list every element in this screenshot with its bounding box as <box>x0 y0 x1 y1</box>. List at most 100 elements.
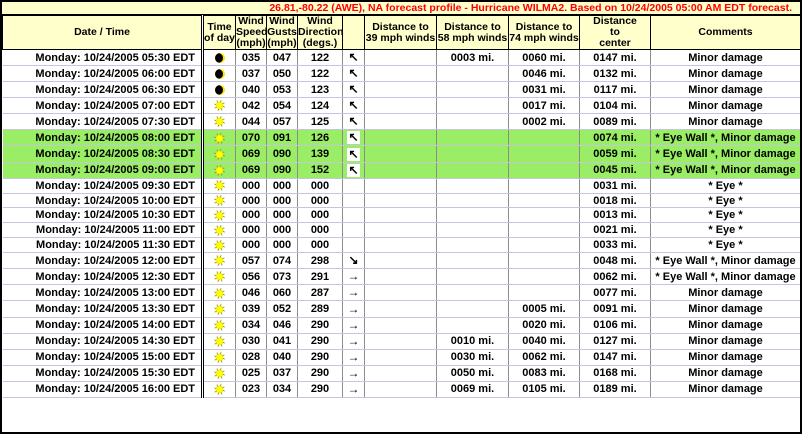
time-of-day-cell <box>203 114 236 130</box>
distance-58-cell <box>437 193 509 208</box>
nw-arrow-icon: ↖ <box>347 115 360 128</box>
wind-gusts-cell: 046 <box>267 317 298 333</box>
distance-58-cell <box>437 130 509 146</box>
wind-speed-cell: 000 <box>236 178 267 193</box>
comments-cell: * Eye Wall *, Minor damage <box>651 146 801 162</box>
wind-speed-cell: 034 <box>236 317 267 333</box>
comments-cell: Minor damage <box>651 66 801 82</box>
datetime-cell: Monday: 10/24/2005 06:00 EDT <box>3 66 203 82</box>
wind-gusts-cell: 000 <box>267 208 298 223</box>
datetime-cell: Monday: 10/24/2005 14:00 EDT <box>3 317 203 333</box>
distance-39-cell <box>365 50 437 66</box>
datetime-cell: Monday: 10/24/2005 09:00 EDT <box>3 162 203 178</box>
comments-cell: * Eye * <box>651 223 801 238</box>
distance-center-cell: 0077 mi. <box>580 285 651 301</box>
distance-74-cell <box>509 223 580 238</box>
distance-74-cell <box>509 193 580 208</box>
wind-direction-cell: 000 <box>298 223 343 238</box>
distance-39-cell <box>365 66 437 82</box>
col-header-distance-39: Distance to 39 mph winds <box>365 16 437 50</box>
forecast-title: 26.81,-80.22 (AWE), NA forecast profile … <box>2 2 800 15</box>
distance-58-cell <box>437 208 509 223</box>
distance-39-cell <box>365 146 437 162</box>
distance-39-cell <box>365 269 437 285</box>
distance-center-cell: 0059 mi. <box>580 146 651 162</box>
wind-gusts-cell: 050 <box>267 66 298 82</box>
comments-cell: * Eye Wall *, Minor damage <box>651 130 801 146</box>
time-of-day-cell <box>203 301 236 317</box>
distance-74-cell: 0046 mi. <box>509 66 580 82</box>
distance-58-cell: 0069 mi. <box>437 381 509 397</box>
wind-direction-cell: 290 <box>298 365 343 381</box>
wind-speed-cell: 028 <box>236 349 267 365</box>
wind-arrow-cell: ↖ <box>343 66 365 82</box>
comments-cell: * Eye * <box>651 208 801 223</box>
forecast-table-body: Monday: 10/24/2005 05:30 EDT035047122↖00… <box>3 50 801 398</box>
comments-cell: Minor damage <box>651 82 801 98</box>
distance-58-cell <box>437 114 509 130</box>
distance-58-cell <box>437 162 509 178</box>
sun-icon <box>214 368 225 379</box>
sun-icon <box>214 240 225 251</box>
table-row: Monday: 10/24/2005 09:00 EDT069090152↖00… <box>3 162 801 178</box>
distance-74-cell <box>509 253 580 269</box>
distance-74-cell <box>509 130 580 146</box>
distance-58-cell <box>437 82 509 98</box>
wind-direction-cell: 289 <box>298 301 343 317</box>
distance-39-cell <box>365 82 437 98</box>
distance-39-cell <box>365 162 437 178</box>
distance-58-cell <box>437 285 509 301</box>
wind-arrow-cell: → <box>343 349 365 365</box>
sun-icon <box>214 165 225 176</box>
wind-speed-cell: 000 <box>236 208 267 223</box>
distance-74-cell <box>509 178 580 193</box>
datetime-cell: Monday: 10/24/2005 12:30 EDT <box>3 269 203 285</box>
wind-speed-cell: 037 <box>236 66 267 82</box>
datetime-cell: Monday: 10/24/2005 15:00 EDT <box>3 349 203 365</box>
wind-direction-cell: 126 <box>298 130 343 146</box>
wind-gusts-cell: 054 <box>267 98 298 114</box>
distance-58-cell <box>437 301 509 317</box>
table-row: Monday: 10/24/2005 16:00 EDT023034290→00… <box>3 381 801 397</box>
datetime-cell: Monday: 10/24/2005 06:30 EDT <box>3 82 203 98</box>
datetime-cell: Monday: 10/24/2005 15:30 EDT <box>3 365 203 381</box>
moon-icon <box>215 53 225 63</box>
wind-direction-cell: 124 <box>298 98 343 114</box>
wind-gusts-cell: 060 <box>267 285 298 301</box>
distance-39-cell <box>365 114 437 130</box>
comments-cell: Minor damage <box>651 349 801 365</box>
distance-center-cell: 0147 mi. <box>580 349 651 365</box>
wind-gusts-cell: 000 <box>267 178 298 193</box>
sun-icon <box>214 288 225 299</box>
table-row: Monday: 10/24/2005 07:00 EDT042054124↖00… <box>3 98 801 114</box>
table-row: Monday: 10/24/2005 14:30 EDT030041290→00… <box>3 333 801 349</box>
wind-direction-cell: 000 <box>298 208 343 223</box>
col-header-distance-58: Distance to 58 mph winds <box>437 16 509 50</box>
distance-center-cell: 0132 mi. <box>580 66 651 82</box>
time-of-day-cell <box>203 178 236 193</box>
datetime-cell: Monday: 10/24/2005 13:00 EDT <box>3 285 203 301</box>
distance-74-cell: 0017 mi. <box>509 98 580 114</box>
sun-icon <box>214 304 225 315</box>
wind-direction-cell: 122 <box>298 66 343 82</box>
distance-center-cell: 0168 mi. <box>580 365 651 381</box>
distance-center-cell: 0062 mi. <box>580 269 651 285</box>
time-of-day-cell <box>203 333 236 349</box>
wind-arrow-cell: → <box>343 381 365 397</box>
table-row: Monday: 10/24/2005 15:30 EDT025037290→00… <box>3 365 801 381</box>
wind-speed-cell: 000 <box>236 223 267 238</box>
e-arrow-icon: → <box>347 383 360 396</box>
moon-icon <box>215 69 225 79</box>
wind-arrow-cell: ↖ <box>343 130 365 146</box>
table-row: Monday: 10/24/2005 10:30 EDT000000000001… <box>3 208 801 223</box>
time-of-day-cell <box>203 98 236 114</box>
wind-gusts-cell: 052 <box>267 301 298 317</box>
wind-direction-cell: 125 <box>298 114 343 130</box>
wind-gusts-cell: 091 <box>267 130 298 146</box>
distance-center-cell: 0018 mi. <box>580 193 651 208</box>
wind-direction-cell: 000 <box>298 193 343 208</box>
comments-cell: Minor damage <box>651 381 801 397</box>
distance-39-cell <box>365 253 437 269</box>
time-of-day-cell <box>203 365 236 381</box>
distance-center-cell: 0189 mi. <box>580 381 651 397</box>
